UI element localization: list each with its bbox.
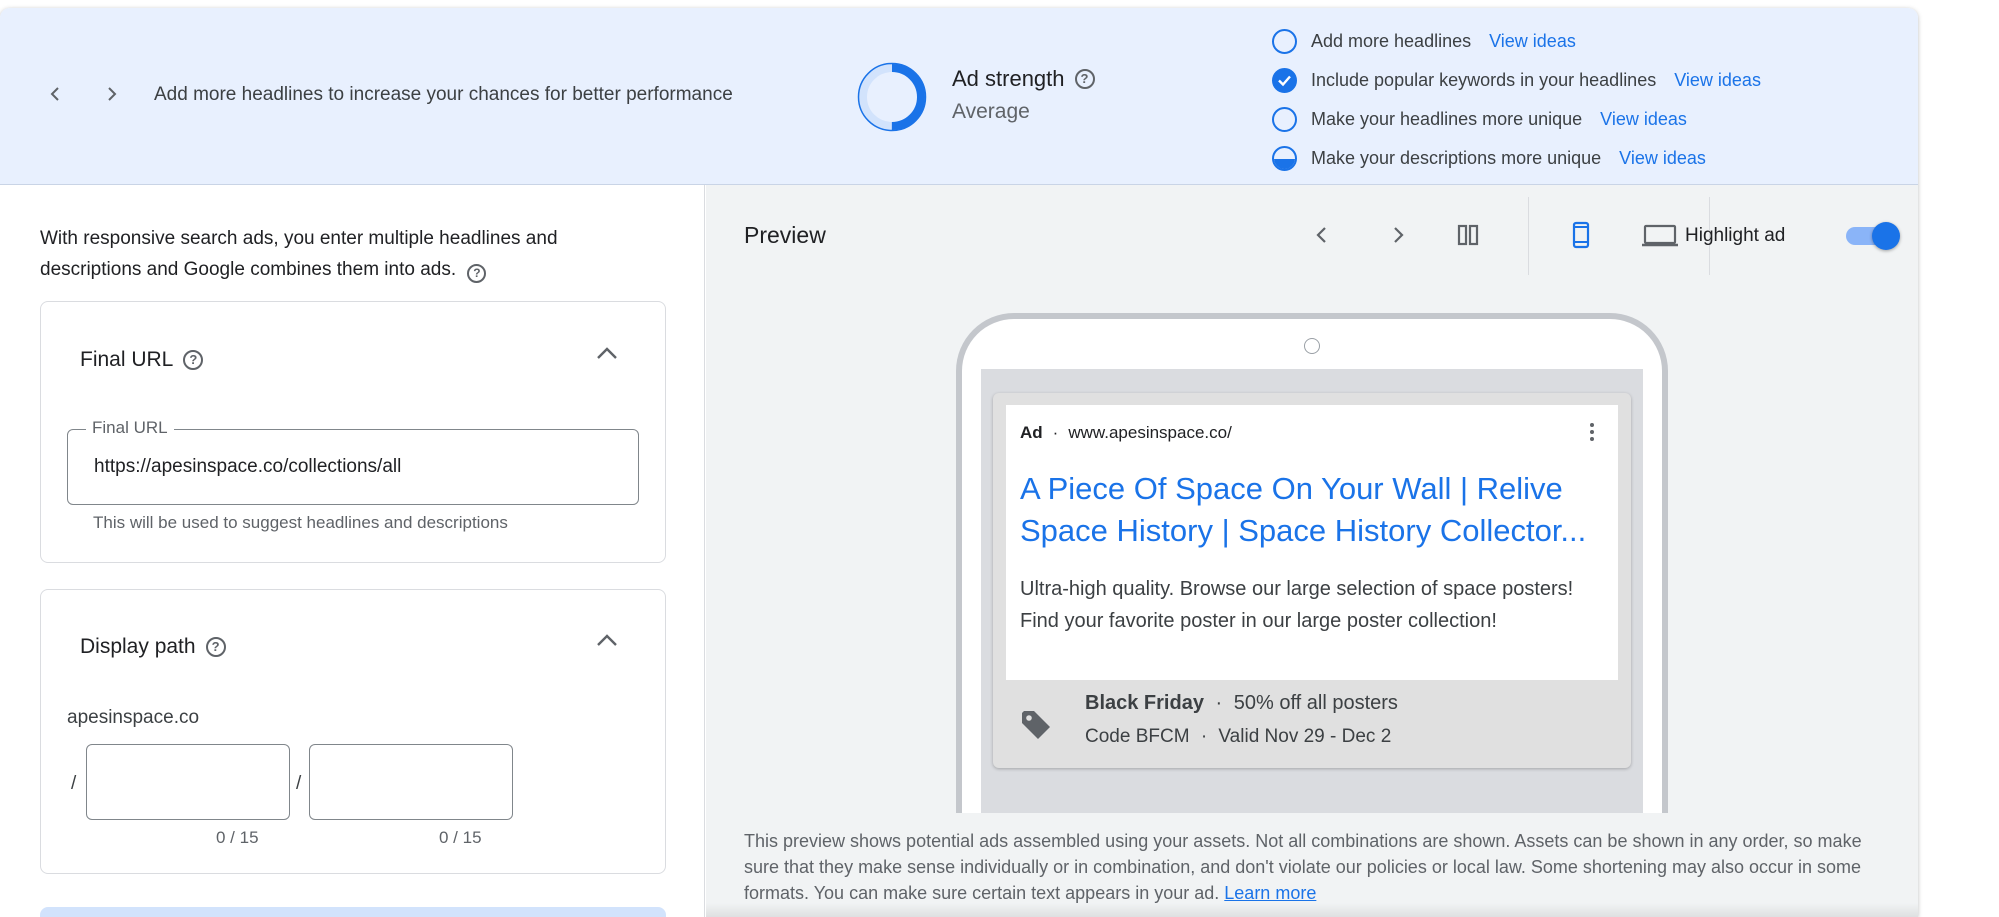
help-icon[interactable]: ? <box>1074 69 1095 89</box>
ad-strength-value: Average <box>952 100 1030 123</box>
tip-empty-circle-icon <box>1272 107 1297 132</box>
ad-description: Ultra-high quality. Browse our large sel… <box>1020 578 1574 632</box>
intro-text: With responsive search ads, you enter mu… <box>40 223 660 285</box>
path2-char-count: 0 / 15 <box>439 828 482 847</box>
promo-line-1: Black Friday · 50% off all posters <box>1085 692 1398 715</box>
ad-strength-banner: Add more headlines to increase your chan… <box>0 8 1918 185</box>
promo-code: Code BFCM <box>1085 726 1190 747</box>
separator-dot: · <box>1200 726 1208 747</box>
promo-dates: Valid Nov 29 - Dec 2 <box>1218 726 1392 747</box>
toolbar-divider <box>1528 197 1529 275</box>
tag-icon <box>1022 711 1050 739</box>
help-icon[interactable]: ? <box>205 637 226 657</box>
tip-text: Make your headlines more unique <box>1311 109 1583 129</box>
separator-dot: · <box>1215 692 1223 714</box>
path-separator: / <box>296 773 302 794</box>
path1-char-count: 0 / 15 <box>216 828 259 847</box>
display-path-card: Display path ? apesinspace.co / / 0 / 15… <box>40 589 666 874</box>
tip-text: Make your descriptions more unique <box>1311 148 1602 168</box>
preview-panel: Preview Highlight ad Ad · www.apesinspac… <box>706 185 1918 917</box>
final-url-title: Final URL <box>80 348 174 371</box>
view-ideas-link[interactable]: View ideas <box>1600 109 1687 130</box>
promo-offer: 50% off all posters <box>1233 692 1398 714</box>
strength-tips-list: Add more headlines View ideas Include po… <box>1272 22 1761 178</box>
chevron-left-icon[interactable] <box>1307 220 1337 250</box>
final-url-hint: This will be used to suggest headlines a… <box>93 513 508 532</box>
view-ideas-link[interactable]: View ideas <box>1674 70 1761 91</box>
tip-item: Make your headlines more unique View ide… <box>1272 100 1761 139</box>
toggle-knob <box>1872 222 1900 250</box>
preview-title: Preview <box>744 222 826 248</box>
more-vert-icon[interactable] <box>1590 423 1596 444</box>
chevron-left-icon[interactable] <box>43 82 67 106</box>
preview-disclaimer: This preview shows potential ads assembl… <box>744 828 1894 906</box>
ad-headline: A Piece Of Space On Your Wall | Relive S… <box>1020 471 1587 548</box>
desktop-view-icon[interactable] <box>1640 220 1680 250</box>
display-path-title: Display path <box>80 635 196 658</box>
path-separator: / <box>71 773 77 794</box>
ad-editor-window: Add more headlines to increase your chan… <box>0 8 1918 917</box>
chevron-up-icon[interactable] <box>593 340 621 368</box>
display-domain: apesinspace.co <box>67 707 200 728</box>
phone-camera <box>1304 338 1320 354</box>
check-circle-icon <box>1272 68 1297 93</box>
path2-input[interactable] <box>309 744 513 820</box>
next-card-edge <box>40 907 666 917</box>
ad-preview-card: Ad · www.apesinspace.co/ A Piece Of Spac… <box>993 393 1631 768</box>
final-url-field[interactable]: Final URL https://apesinspace.co/collect… <box>67 418 639 505</box>
ad-strength-gauge <box>857 62 927 132</box>
final-url-field-label: Final URL <box>86 418 174 438</box>
highlight-ad-toggle[interactable] <box>1846 222 1900 250</box>
banner-message: Add more headlines to increase your chan… <box>154 84 733 105</box>
scroll-shadow <box>706 903 1918 917</box>
chevron-right-icon[interactable] <box>100 82 124 106</box>
tip-text: Include popular keywords in your headlin… <box>1311 70 1657 90</box>
help-icon[interactable]: ? <box>467 264 487 283</box>
highlight-ad-label: Highlight ad <box>1685 225 1786 246</box>
ad-strength-label: Ad strength ? <box>952 66 1095 92</box>
promo-event: Black Friday <box>1085 692 1204 714</box>
ad-badge: Ad <box>1020 423 1043 442</box>
ad-url-line: Ad · www.apesinspace.co/ <box>1020 423 1232 443</box>
final-url-value[interactable]: https://apesinspace.co/collections/all <box>94 456 401 478</box>
tip-text: Add more headlines <box>1311 31 1472 51</box>
final-url-header[interactable]: Final URL ? <box>80 348 204 372</box>
chevron-up-icon[interactable] <box>593 627 621 655</box>
ad-form-panel: With responsive search ads, you enter mu… <box>0 185 705 917</box>
tip-item: Include popular keywords in your headlin… <box>1272 61 1761 100</box>
final-url-card: Final URL ? Final URL https://apesinspac… <box>40 301 666 563</box>
display-path-header[interactable]: Display path ? <box>80 635 226 659</box>
path1-input[interactable] <box>86 744 290 820</box>
half-circle-icon <box>1272 146 1297 171</box>
tip-item: Add more headlines View ideas <box>1272 22 1761 61</box>
ad-strength-title: Ad strength <box>952 66 1065 91</box>
columns-view-icon[interactable] <box>1453 220 1483 250</box>
tip-empty-circle-icon <box>1272 29 1297 54</box>
chevron-right-icon[interactable] <box>1383 220 1413 250</box>
help-icon[interactable]: ? <box>183 350 204 370</box>
phone-screen: Ad · www.apesinspace.co/ A Piece Of Spac… <box>981 369 1643 813</box>
ad-display-url: www.apesinspace.co/ <box>1068 423 1232 442</box>
view-ideas-link[interactable]: View ideas <box>1619 148 1706 169</box>
learn-more-link[interactable]: Learn more <box>1224 883 1316 903</box>
phone-mockup: Ad · www.apesinspace.co/ A Piece Of Spac… <box>956 313 1668 813</box>
ad-preview-body: Ad · www.apesinspace.co/ A Piece Of Spac… <box>1006 405 1618 680</box>
view-ideas-link[interactable]: View ideas <box>1489 31 1576 52</box>
tip-item: Make your descriptions more unique View … <box>1272 139 1761 178</box>
promo-line-2: Code BFCM · Valid Nov 29 - Dec 2 <box>1085 726 1391 748</box>
separator-dot: · <box>1052 423 1059 442</box>
mobile-view-icon[interactable] <box>1566 220 1596 250</box>
